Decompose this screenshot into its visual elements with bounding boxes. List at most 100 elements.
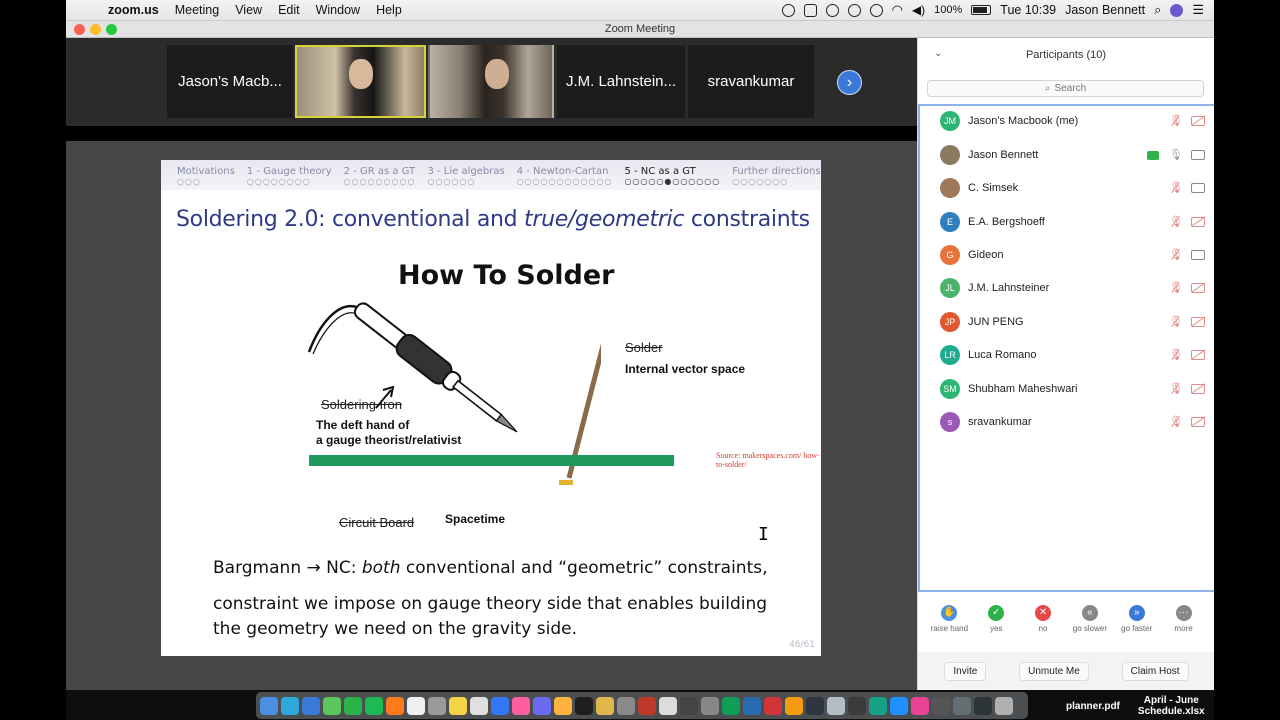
dock-app-icon[interactable] xyxy=(323,696,341,715)
slide-nav-section[interactable]: 4 - Newton-Cartan ○○○○○○○○○○○○ xyxy=(517,166,613,190)
dock-app-icon[interactable] xyxy=(743,696,761,715)
participant-row[interactable]: C. Simsek 🎙 xyxy=(940,177,1205,199)
participant-row[interactable]: E E.A. Bergshoeff 🎙 xyxy=(940,211,1205,233)
menu-help[interactable]: Help xyxy=(368,3,410,17)
dock-app-icon[interactable] xyxy=(953,696,971,715)
dock-app-icon[interactable] xyxy=(911,696,929,715)
menu-view[interactable]: View xyxy=(227,3,270,17)
reaction-no[interactable]: ✕ no xyxy=(1021,605,1065,645)
video-tile-camera-participant[interactable] xyxy=(428,45,554,118)
video-tile-jason-bennett[interactable] xyxy=(295,45,426,118)
volume-icon[interactable]: ◀︎) xyxy=(912,3,925,17)
dock-app-icon[interactable] xyxy=(701,696,719,715)
slide-nav-section[interactable]: 3 - Lie algebras ○○○○○○ xyxy=(427,166,504,190)
slide-nav-section[interactable]: Motivations ○○○ xyxy=(177,166,235,190)
dock-files: planner.pdf April - June Schedule.xlsx xyxy=(1066,695,1205,717)
dock-app-icon[interactable] xyxy=(428,696,446,715)
menu-window[interactable]: Window xyxy=(308,3,368,17)
slide-nav-section-current[interactable]: 5 - NC as a GT ○○○○○●○○○○○○ xyxy=(624,166,720,190)
reaction-go-faster[interactable]: » go faster xyxy=(1115,605,1159,645)
dock-file-planner[interactable]: planner.pdf xyxy=(1066,701,1120,717)
video-icon xyxy=(1191,250,1205,260)
invite-button[interactable]: Invite xyxy=(944,661,987,681)
participant-row[interactable]: JL J.M. Lahnsteiner 🎙 xyxy=(940,277,1205,299)
screen-icon[interactable] xyxy=(803,3,817,17)
user-name[interactable]: Jason Bennett xyxy=(1065,3,1145,17)
participant-name: Gideon xyxy=(968,249,1004,261)
dock-app-icon[interactable] xyxy=(974,696,992,715)
menu-edit[interactable]: Edit xyxy=(270,3,308,17)
zoom-window-button[interactable] xyxy=(106,24,117,35)
dock-app-icon[interactable] xyxy=(659,696,677,715)
dock-app-icon[interactable] xyxy=(470,696,488,715)
dock-app-icon[interactable] xyxy=(533,696,551,715)
dock-app-icon[interactable] xyxy=(344,696,362,715)
participants-search-input[interactable]: ⌕ Search xyxy=(927,80,1204,97)
siri-icon[interactable] xyxy=(1170,3,1184,17)
dock-app-icon[interactable] xyxy=(365,696,383,715)
video-icon xyxy=(1191,183,1205,193)
reaction-yes[interactable]: ✓ yes xyxy=(974,605,1018,645)
dock-app-icon[interactable] xyxy=(491,696,509,715)
rewind-icon: « xyxy=(1081,605,1098,621)
dock-app-icon[interactable] xyxy=(722,696,740,715)
reaction-raise-hand[interactable]: ✋ raise hand xyxy=(927,605,971,645)
control-center-icon[interactable]: ☰ xyxy=(1192,2,1204,18)
reaction-go-slower[interactable]: « go slower xyxy=(1068,605,1112,645)
video-tile-jm-lahnsteiner[interactable]: J.M. Lahnstein... xyxy=(557,45,685,118)
participant-row[interactable]: SM Shubham Maheshwari 🎙 xyxy=(940,378,1205,400)
slide-nav-section[interactable]: 1 - Gauge theory ○○○○○○○○ xyxy=(247,166,332,190)
dock-app-icon[interactable] xyxy=(995,696,1013,715)
dock-app-icon[interactable] xyxy=(449,696,467,715)
clock[interactable]: Tue 10:39 xyxy=(1000,3,1056,17)
claim-host-button[interactable]: Claim Host xyxy=(1121,661,1189,681)
bluetooth-icon[interactable] xyxy=(847,3,861,17)
dock-app-icon[interactable] xyxy=(638,696,656,715)
video-tile-jasons-macbook[interactable]: Jason's Macb... xyxy=(167,45,293,118)
unmute-me-button[interactable]: Unmute Me xyxy=(1019,661,1089,681)
dock-app-icon[interactable] xyxy=(596,696,614,715)
dock-app-icon[interactable] xyxy=(302,696,320,715)
wifi-icon[interactable]: ◠ xyxy=(892,2,903,18)
dock-app-icon[interactable] xyxy=(575,696,593,715)
dock-app-icon[interactable] xyxy=(554,696,572,715)
participant-row[interactable]: s sravankumar 🎙 xyxy=(940,411,1205,433)
dock-apps xyxy=(256,692,1028,719)
avatar: E xyxy=(940,212,960,232)
participant-row[interactable]: JM Jason's Macbook (me) 🎙 xyxy=(940,110,1205,132)
time-machine-icon[interactable] xyxy=(869,3,883,17)
participant-row[interactable]: LR Luca Romano 🎙 xyxy=(940,344,1205,366)
dock-app-icon[interactable] xyxy=(260,696,278,715)
dock-app-icon[interactable] xyxy=(785,696,803,715)
dock-file-schedule[interactable]: April - June Schedule.xlsx xyxy=(1138,695,1205,717)
slide-nav-section[interactable]: Further directions ○○○○○○○ xyxy=(732,166,820,190)
dock-app-icon[interactable] xyxy=(869,696,887,715)
menu-meeting[interactable]: Meeting xyxy=(167,3,227,17)
participant-row[interactable]: G Gideon 🎙 xyxy=(940,244,1205,266)
close-window-button[interactable] xyxy=(74,24,85,35)
dock-app-icon[interactable] xyxy=(617,696,635,715)
battery-icon[interactable] xyxy=(971,5,992,15)
slide-nav-section[interactable]: 2 - GR as a GT ○○○○○○○○○ xyxy=(344,166,416,190)
dock-app-icon[interactable] xyxy=(407,696,425,715)
dock-app-icon[interactable] xyxy=(512,696,530,715)
participant-row[interactable]: JP JUN PENG 🎙 xyxy=(940,311,1205,333)
dock-app-icon[interactable] xyxy=(827,696,845,715)
dock-app-icon[interactable] xyxy=(890,696,908,715)
dock-app-icon[interactable] xyxy=(764,696,782,715)
next-videos-button[interactable]: › xyxy=(837,70,862,95)
dock-app-icon[interactable] xyxy=(680,696,698,715)
reaction-more[interactable]: ··· more xyxy=(1162,605,1206,645)
spotlight-icon[interactable]: ⌕ xyxy=(1154,2,1161,18)
accessibility-icon[interactable] xyxy=(825,3,839,17)
participant-row[interactable]: Jason Bennett 🎙 xyxy=(940,144,1205,166)
video-tile-sravankumar[interactable]: sravankumar xyxy=(688,45,814,118)
menu-app[interactable]: zoom.us xyxy=(100,3,167,17)
dock-app-icon[interactable] xyxy=(386,696,404,715)
dock-app-icon[interactable] xyxy=(281,696,299,715)
minimize-window-button[interactable] xyxy=(90,24,101,35)
dock-app-icon[interactable] xyxy=(932,696,950,715)
record-icon[interactable] xyxy=(781,3,795,17)
dock-app-icon[interactable] xyxy=(806,696,824,715)
dock-app-icon[interactable] xyxy=(848,696,866,715)
